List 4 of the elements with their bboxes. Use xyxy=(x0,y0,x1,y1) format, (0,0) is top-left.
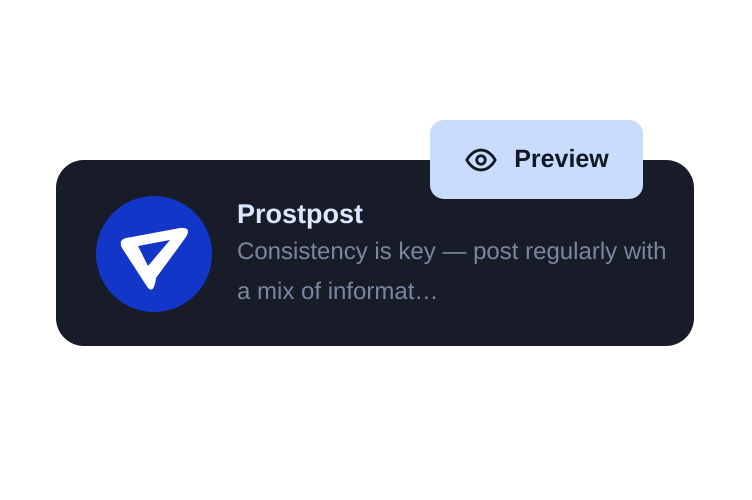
notification-text: Consistency is key — post regularly with a mix of informat… xyxy=(237,237,668,307)
preview-button[interactable]: Preview xyxy=(430,120,643,199)
app-title: Prostpost xyxy=(237,198,364,231)
app-logo-icon xyxy=(96,196,212,312)
